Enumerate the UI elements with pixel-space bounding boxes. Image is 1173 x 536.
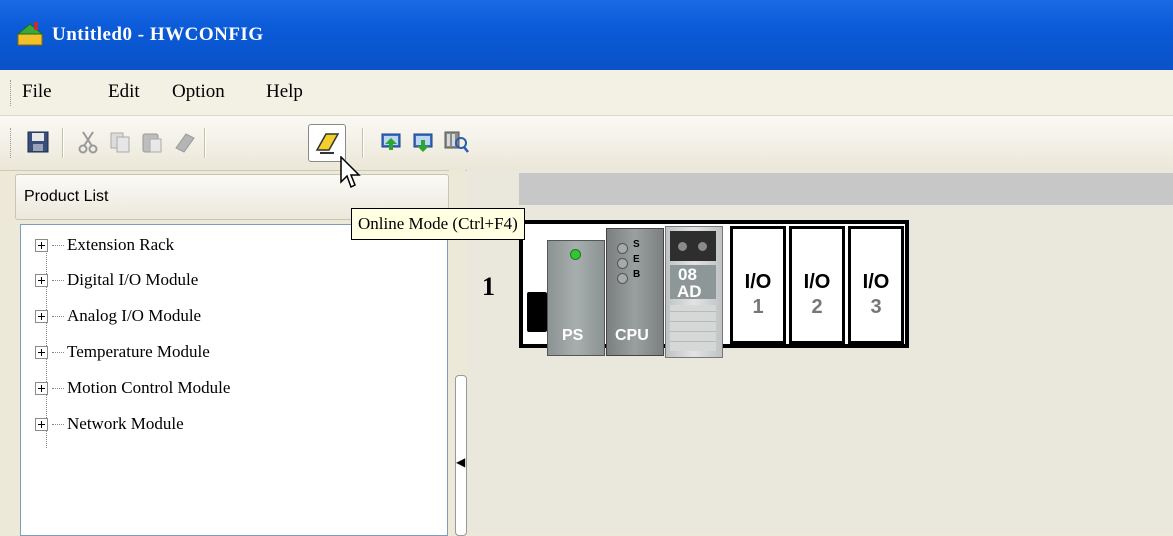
title-bar: Untitled0 - HWCONFIG — [0, 0, 1173, 70]
ps-label: PS — [562, 327, 584, 344]
cpu-label: CPU — [615, 327, 649, 344]
cut-icon — [78, 131, 98, 154]
menu-grip[interactable] — [10, 80, 14, 106]
ad-top-panel — [670, 231, 716, 261]
tree-item-analog-io[interactable]: Analog I/O Module — [35, 304, 201, 328]
led-label-e: E — [633, 254, 640, 265]
tree-dots — [52, 315, 64, 317]
scan-button[interactable] — [440, 126, 472, 158]
toolbar — [0, 116, 1173, 171]
ps-module[interactable]: PS — [547, 240, 605, 356]
tree-dots — [52, 423, 64, 425]
status-led — [617, 273, 628, 284]
tree-dots — [52, 387, 64, 389]
menu-bar: File Edit Option Help — [0, 70, 1173, 116]
slot-label: I/O — [744, 271, 772, 293]
upload-button[interactable] — [376, 126, 408, 158]
slot-number: 2 — [811, 296, 823, 318]
online-mode-icon — [315, 133, 340, 154]
tree-item-network[interactable]: Network Module — [35, 412, 184, 436]
paste-icon — [142, 133, 162, 153]
io-slot-3[interactable]: I/O 3 — [848, 226, 904, 344]
ad-grid — [670, 305, 716, 351]
tree-item-digital-io[interactable]: Digital I/O Module — [35, 268, 198, 292]
menu-edit[interactable]: Edit — [108, 81, 140, 103]
cut-button[interactable] — [72, 126, 104, 158]
toolbar-separator — [204, 128, 206, 158]
ad-type-label: AD — [677, 282, 702, 301]
chevron-left-icon[interactable]: ◀ — [456, 455, 465, 469]
tree-item-label: Analog I/O Module — [67, 306, 202, 325]
led-label-b: B — [633, 269, 641, 280]
tree-item-motion-control[interactable]: Motion Control Module — [35, 376, 230, 400]
expand-icon[interactable] — [35, 238, 48, 252]
led-label-s: S — [633, 239, 640, 250]
rack-number: 1 — [482, 272, 495, 301]
io-slot-1[interactable]: I/O 1 — [730, 226, 786, 344]
scan-icon — [444, 131, 469, 153]
analog-module[interactable]: 08 AD — [665, 226, 723, 358]
product-list-title: Product List — [24, 188, 109, 205]
window-title: Untitled0 - HWCONFIG — [52, 24, 264, 45]
tree-item-label: Motion Control Module — [67, 378, 231, 397]
online-mode-tooltip: Online Mode (Ctrl+F4) — [351, 208, 525, 240]
tree-item-label: Digital I/O Module — [67, 270, 199, 289]
expand-icon[interactable] — [35, 273, 48, 287]
copy-button[interactable] — [104, 126, 136, 158]
toolbar-separator — [362, 128, 364, 158]
rack-connector — [527, 292, 547, 332]
toolbar-separator — [62, 128, 64, 158]
erase-button[interactable] — [168, 126, 200, 158]
expand-icon[interactable] — [35, 309, 48, 323]
tree-item-extension-rack[interactable]: Extension Rack — [35, 233, 174, 257]
status-led — [678, 242, 687, 251]
expand-icon[interactable] — [35, 417, 48, 431]
tree-dots — [52, 244, 64, 246]
tree-item-temperature[interactable]: Temperature Module — [35, 340, 210, 364]
slot-label: I/O — [803, 271, 831, 293]
menu-option[interactable]: Option — [172, 81, 225, 103]
tree-item-label: Network Module — [67, 414, 184, 433]
copy-icon — [110, 132, 130, 153]
slot-number: 3 — [870, 296, 882, 318]
download-button[interactable] — [408, 126, 440, 158]
save-icon — [27, 131, 49, 153]
status-led — [698, 242, 707, 251]
download-icon — [413, 133, 433, 152]
power-led — [570, 249, 581, 260]
tree-item-label: Extension Rack — [67, 235, 175, 254]
io-slot-2[interactable]: I/O 2 — [789, 226, 845, 344]
paste-button[interactable] — [136, 126, 168, 158]
app-icon — [16, 22, 44, 46]
tree-dots — [52, 279, 64, 281]
status-led — [617, 243, 628, 254]
expand-icon[interactable] — [35, 381, 48, 395]
status-led — [617, 258, 628, 269]
slot-number: 1 — [752, 296, 764, 318]
cpu-module[interactable]: S E B CPU — [606, 228, 664, 356]
expand-icon[interactable] — [35, 345, 48, 359]
product-tree: Extension Rack Digital I/O Module Analog… — [20, 224, 448, 536]
upload-icon — [381, 133, 401, 150]
tree-item-label: Temperature Module — [67, 342, 210, 361]
mouse-cursor-icon — [340, 156, 361, 189]
menu-help[interactable]: Help — [266, 81, 303, 103]
erase-icon — [175, 133, 195, 153]
toolbar-grip[interactable] — [10, 128, 14, 158]
slot-label: I/O — [862, 271, 890, 293]
workspace-header-bar — [519, 173, 1173, 205]
menu-file[interactable]: File — [22, 81, 52, 103]
tree-dots — [52, 351, 64, 353]
save-button[interactable] — [22, 126, 54, 158]
